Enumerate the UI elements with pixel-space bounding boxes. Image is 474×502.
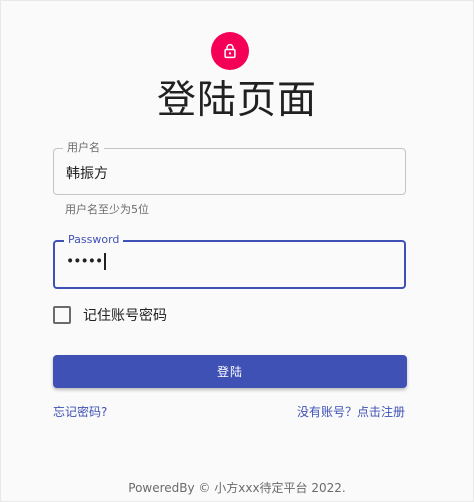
footer-text: PoweredBy © 小方xxx待定平台 2022. (128, 481, 346, 495)
password-field[interactable]: Password ••••• (53, 233, 406, 289)
password-value: ••••• (66, 253, 106, 270)
remember-me-checkbox[interactable] (53, 306, 71, 324)
lock-icon (224, 43, 236, 59)
username-value: 韩振方 (66, 166, 108, 182)
username-label: 用户名 (63, 141, 104, 155)
text-caret (104, 253, 106, 270)
register-link[interactable]: 没有账号？点击注册 (297, 403, 405, 420)
password-mask: ••••• (66, 253, 103, 270)
avatar (211, 32, 249, 70)
login-page: 登陆页面 用户名 韩振方 用户名至少为5位 Password ••••• 记住账… (0, 0, 474, 502)
forgot-password-link[interactable]: 忘记密码? (53, 403, 107, 420)
remember-me-label: 记住账号密码 (83, 308, 167, 324)
page-title: 登陆页面 (156, 78, 317, 123)
username-helper-text: 用户名至少为5位 (65, 203, 149, 216)
password-label: Password (64, 233, 124, 247)
login-button[interactable]: 登陆 (53, 355, 407, 388)
remember-me-row[interactable]: 记住账号密码 (53, 305, 167, 325)
username-field[interactable]: 用户名 韩振方 (53, 141, 406, 195)
